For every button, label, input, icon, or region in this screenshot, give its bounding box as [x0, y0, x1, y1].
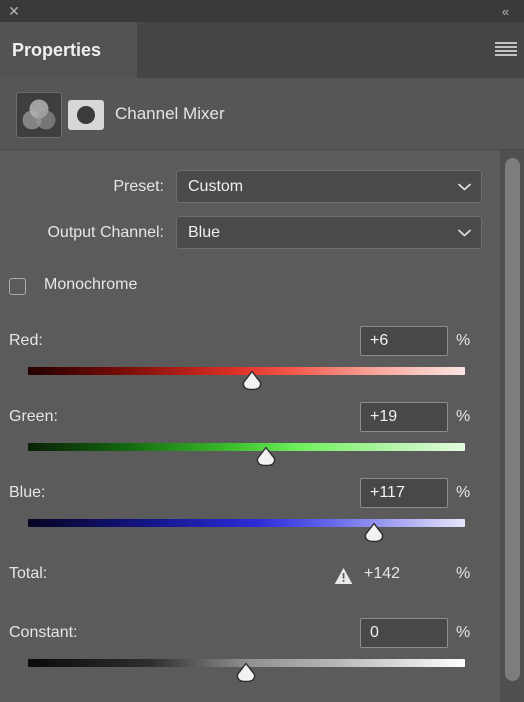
green-input[interactable]: +19: [360, 402, 448, 432]
chevron-down-icon: [458, 183, 471, 190]
constant-percent-label: %: [456, 624, 471, 641]
green-slider-thumb[interactable]: [255, 446, 277, 467]
output-channel-label: Output Channel:: [47, 224, 164, 241]
constant-slider-thumb[interactable]: [235, 662, 257, 683]
output-channel-select[interactable]: Blue: [176, 216, 482, 249]
total-percent-label: %: [456, 565, 471, 582]
total-value: +142: [364, 565, 401, 582]
preset-row: Preset: Custom: [0, 170, 492, 204]
green-slider-track[interactable]: [28, 443, 465, 451]
channel-mixer-icon[interactable]: [16, 92, 62, 138]
monochrome-label: Monochrome: [44, 276, 138, 293]
menu-bar-3: [495, 50, 517, 52]
warning-triangle-icon: [334, 568, 353, 584]
menu-bar-1: [495, 42, 517, 44]
red-percent-label: %: [456, 332, 471, 349]
red-value: +6: [370, 332, 389, 349]
red-label: Red:: [9, 332, 43, 349]
panel-menu-icon[interactable]: [495, 40, 517, 58]
adjustment-header: Channel Mixer: [0, 78, 524, 150]
constant-input[interactable]: 0: [360, 618, 448, 648]
menu-bar-2: [495, 46, 517, 48]
slider-row-green: Green: +19 %: [0, 402, 492, 467]
blue-percent-label: %: [456, 484, 471, 501]
green-percent-label: %: [456, 408, 471, 425]
panel-scrollbar-thumb[interactable]: [505, 158, 520, 681]
constant-label: Constant:: [9, 624, 78, 641]
constant-value: 0: [370, 624, 379, 641]
constant-row: Constant: 0 %: [0, 618, 492, 683]
output-channel-row: Output Channel: Blue: [0, 216, 492, 250]
slider-row-red: Red: +6 %: [0, 326, 492, 391]
blue-slider-track[interactable]: [28, 519, 465, 527]
panel-body: Preset: Custom Output Channel: Blue Mono…: [0, 150, 524, 702]
tab-properties[interactable]: Properties: [0, 22, 137, 78]
window-titlebar: ✕ «: [0, 0, 524, 22]
preset-value: Custom: [188, 177, 244, 195]
green-label: Green:: [9, 408, 58, 425]
total-row: Total: +142 %: [0, 565, 492, 591]
close-icon[interactable]: ✕: [4, 1, 24, 21]
blue-slider-thumb[interactable]: [363, 522, 385, 543]
slider-row-blue: Blue: +117 %: [0, 478, 492, 543]
tab-properties-label: Properties: [12, 39, 102, 60]
red-input[interactable]: +6: [360, 326, 448, 356]
monochrome-row: Monochrome: [0, 276, 492, 298]
chevron-down-icon: [458, 229, 471, 236]
output-channel-value: Blue: [188, 223, 221, 241]
preset-label: Preset:: [113, 178, 164, 195]
menu-bar-4: [495, 54, 517, 56]
preset-select[interactable]: Custom: [176, 170, 482, 203]
blue-value: +117: [370, 484, 405, 501]
green-value: +19: [370, 408, 398, 425]
blue-label: Blue:: [9, 484, 46, 501]
total-label: Total:: [9, 565, 48, 582]
blue-input[interactable]: +117: [360, 478, 448, 508]
layer-mask-thumbnail[interactable]: [68, 100, 104, 130]
properties-panel: ✕ « Properties Channel Mixer Preset: Cus…: [0, 0, 524, 702]
red-slider-thumb[interactable]: [241, 370, 263, 391]
adjustment-title: Channel Mixer: [115, 104, 225, 123]
panel-tab-bar: Properties: [0, 22, 524, 78]
collapse-to-icons-icon[interactable]: «: [494, 2, 516, 20]
monochrome-checkbox[interactable]: [9, 278, 26, 295]
